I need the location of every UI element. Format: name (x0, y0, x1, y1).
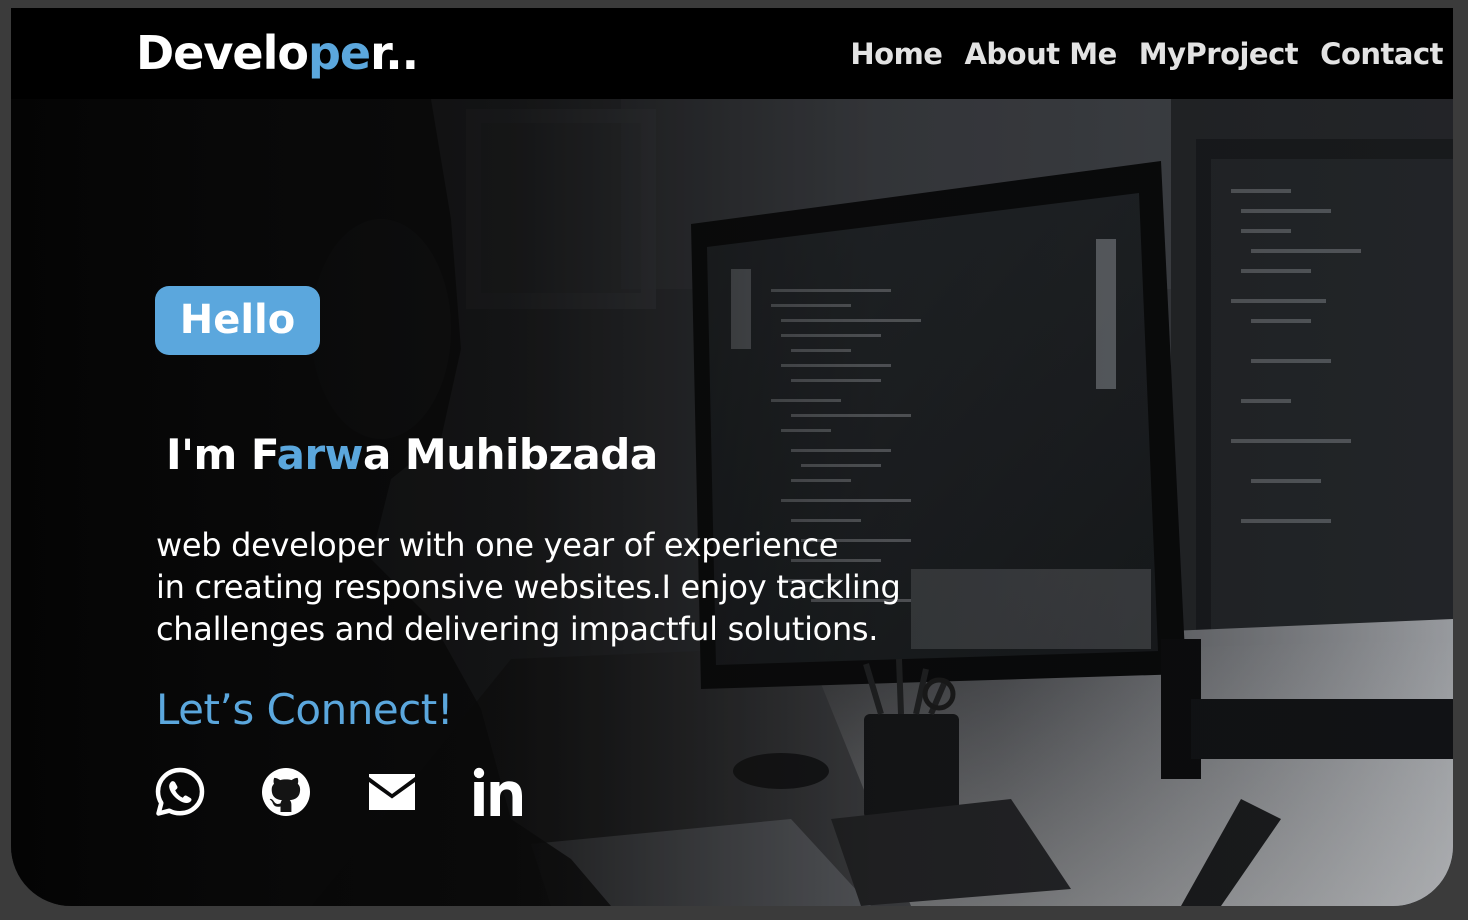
bio-line: web developer with one year of experienc… (156, 526, 839, 564)
bio-line: in creating responsive websites.I enjoy … (156, 568, 901, 606)
hello-badge-label: Hello (179, 297, 296, 343)
site-logo[interactable]: Developer.. (136, 24, 419, 82)
nav-link-home[interactable]: Home (850, 35, 943, 73)
hello-badge: Hello (155, 286, 320, 355)
browser-frame: Developer.. Home About Me MyProject Cont… (0, 0, 1468, 920)
portfolio-page: Developer.. Home About Me MyProject Cont… (11, 8, 1453, 906)
logo-text-part1: Develo (136, 26, 309, 80)
hero-name-heading: I'm Farwa Muhibzada (166, 430, 658, 480)
logo-text-accent: pe (307, 26, 371, 80)
email-icon[interactable] (366, 766, 418, 818)
nav-link-about-me[interactable]: About Me (964, 35, 1117, 73)
nav-link-myproject[interactable]: MyProject (1139, 35, 1299, 73)
navbar: Developer.. Home About Me MyProject Cont… (11, 8, 1453, 99)
hero-bio: web developer with one year of experienc… (156, 524, 976, 650)
bio-line: challenges and delivering impactful solu… (156, 610, 879, 648)
logo-text-part3: r.. (370, 26, 419, 80)
hero-name-accent: arw (276, 430, 364, 479)
linkedin-icon[interactable] (472, 766, 524, 818)
nav-link-contact[interactable]: Contact (1320, 35, 1443, 73)
lets-connect-heading: Let’s Connect! (156, 685, 454, 734)
github-icon[interactable] (260, 766, 312, 818)
hero-name-part3: a Muhibzada (362, 430, 658, 479)
social-links (154, 766, 524, 818)
main-nav: Home About Me MyProject Contact (850, 35, 1443, 73)
hero-name-part1: I'm F (166, 430, 277, 479)
whatsapp-icon[interactable] (154, 766, 206, 818)
